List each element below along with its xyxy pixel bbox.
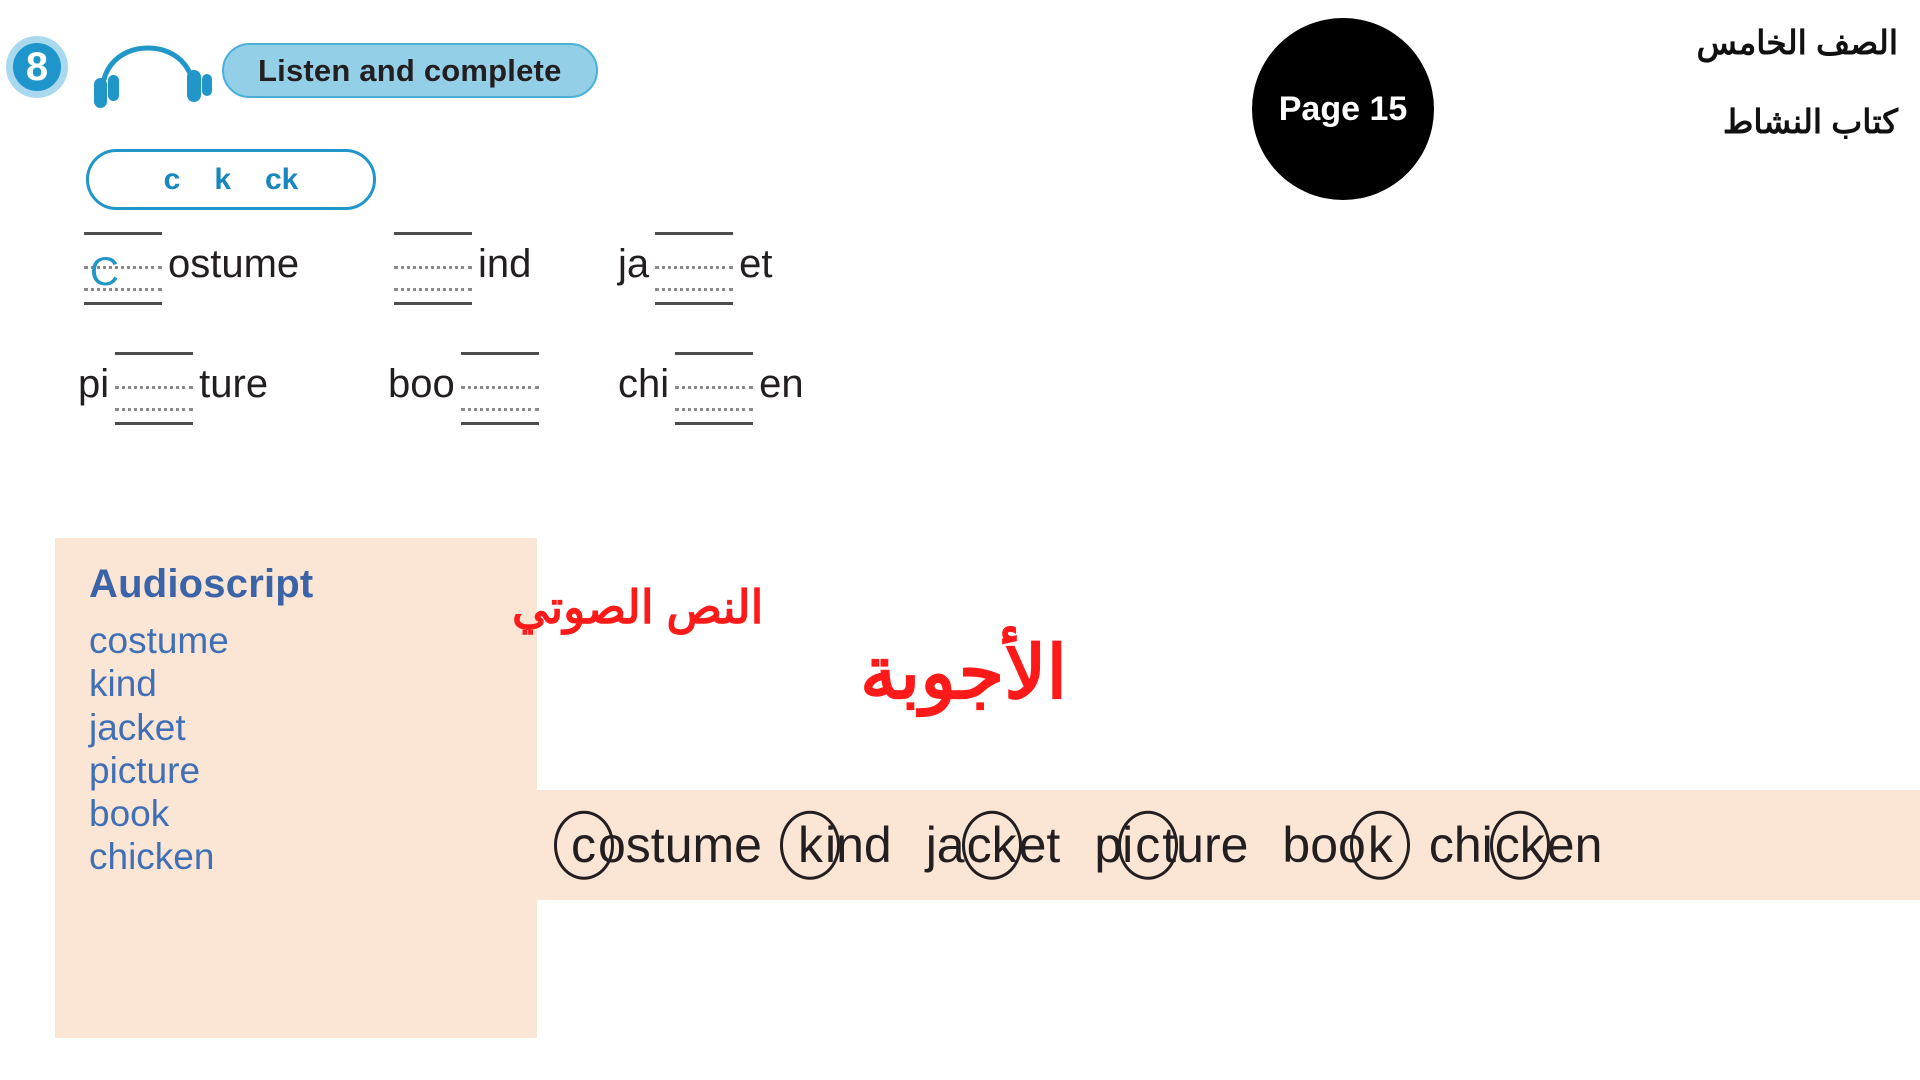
answer-suffix: ture: [1162, 817, 1249, 873]
word-exercise-item: pi ture: [78, 348, 269, 425]
arabic-booktype: كتاب النشاط: [1722, 103, 1898, 140]
worksheet-page: 8 Listen and complete Page 15 الصف الخام…: [0, 0, 1920, 1080]
headphone-icon: [86, 34, 216, 110]
answer-suffix: et: [1018, 817, 1061, 873]
answer-suffix: ostume: [598, 817, 762, 873]
blank-baseline-dotted: [115, 408, 194, 411]
blank-prefilled-letter: C: [90, 250, 119, 294]
answer-prefix: chi: [1428, 817, 1493, 873]
word-suffix: ture: [199, 362, 269, 406]
audioscript-word: book: [89, 793, 170, 835]
answer-word: chi ck en: [1429, 816, 1603, 874]
word-exercise-item: boo: [388, 348, 545, 425]
circled-answer-letters: k: [1367, 817, 1393, 873]
circled-answer-letters: ck: [1494, 817, 1545, 873]
audioscript-word: jacket: [89, 706, 186, 748]
answer-prefix: pi: [1094, 817, 1134, 873]
blank-top-line: [84, 232, 162, 235]
audioscript-word: kind: [89, 663, 157, 705]
word-suffix: et: [739, 242, 773, 286]
blank-baseline-dotted: [675, 408, 754, 411]
arabic-grade: الصف الخامس: [1696, 24, 1899, 61]
circled-answer-letters: ck: [966, 817, 1017, 873]
answer-word: c ostume: [569, 816, 762, 874]
blank-top-line: [655, 232, 734, 235]
blank-mid-dotted-line: [394, 266, 472, 269]
blank-baseline-dotted: [460, 408, 539, 411]
phonics-option-c: c: [163, 162, 181, 196]
instruction-pill: Listen and complete: [222, 43, 598, 98]
audioscript-title: Audioscript: [89, 562, 314, 606]
blank-baseline-dotted: [394, 288, 472, 291]
exercise-number-badge: 8: [6, 36, 68, 98]
audioscript-word: costume: [89, 620, 229, 661]
phonics-option-ck: ck: [265, 162, 299, 196]
exercise-number: 8: [25, 45, 49, 89]
arabic-label-audioscript: النص الصوتي: [512, 581, 764, 633]
circled-answer-letters: c: [1135, 817, 1161, 873]
word-prefix: boo: [388, 362, 455, 406]
blank-mid-dotted-line: [460, 386, 539, 389]
blank-top-line: [115, 352, 194, 355]
blank-top-line: [394, 232, 472, 235]
phonics-options-box: c k ck: [86, 149, 376, 210]
answer-word: boo k: [1282, 816, 1394, 874]
word-prefix: ja: [618, 242, 650, 286]
arabic-header: الصف الخامس كتاب النشاط: [1458, 24, 1899, 140]
phonics-option-k: k: [214, 162, 231, 196]
blank-top-line: [675, 352, 754, 355]
answer-strip: c ostume k ind ja ck et pi c ture boo k chi ck en: [537, 790, 1920, 900]
answer-word: pi c ture: [1094, 816, 1248, 874]
word-exercise-rows: Costume ind ja et pi ture boo chi en: [78, 228, 978, 468]
answer-suffix: ind: [824, 817, 892, 873]
word-suffix: ind: [478, 242, 532, 286]
blank-baseline-dotted: [655, 288, 734, 291]
word-prefix: pi: [78, 362, 110, 406]
word-suffix: ostume: [168, 242, 300, 286]
circled-answer-letters: c: [571, 817, 596, 873]
word-suffix: en: [759, 362, 804, 406]
blank-bottom-line: [394, 302, 472, 305]
word-row: pi ture boo chi en: [78, 348, 978, 468]
blank-mid-dotted-line: [655, 266, 734, 269]
audioscript-panel: Audioscript costume kind jacket picture book…: [55, 538, 537, 1038]
audioscript-word: chicken: [89, 836, 215, 878]
circled-answer-letters: k: [797, 817, 823, 873]
word-exercise-item: Costume: [78, 228, 300, 305]
answer-word: k ind: [796, 816, 892, 874]
fill-in-blank[interactable]: [675, 348, 754, 425]
audioscript-word-list: costume kind jacket picture book chicken: [89, 619, 537, 879]
word-row: Costume ind ja et: [78, 228, 978, 348]
page-marker: Page 15: [1252, 18, 1434, 200]
fill-in-blank[interactable]: C: [84, 228, 162, 305]
arabic-label-answers: الأجوبة: [860, 631, 1068, 714]
answer-prefix: ja: [925, 817, 965, 873]
answer-prefix: boo: [1282, 817, 1366, 873]
answer-suffix: en: [1546, 817, 1603, 873]
blank-bottom-line: [655, 302, 734, 305]
word-prefix: chi: [618, 362, 670, 406]
blank-bottom-line: [115, 422, 194, 425]
answer-word: ja ck et: [926, 816, 1061, 874]
fill-in-blank[interactable]: [460, 348, 539, 425]
fill-in-blank[interactable]: [394, 228, 472, 305]
audioscript-word: picture: [89, 749, 201, 791]
blank-bottom-line: [84, 302, 162, 305]
fill-in-blank[interactable]: [655, 228, 734, 305]
word-exercise-item: ja et: [618, 228, 773, 305]
blank-bottom-line: [675, 422, 754, 425]
blank-mid-dotted-line: [675, 386, 754, 389]
blank-bottom-line: [460, 422, 539, 425]
blank-mid-dotted-line: [115, 386, 194, 389]
blank-top-line: [460, 352, 539, 355]
page-marker-label: Page 15: [1278, 89, 1408, 128]
fill-in-blank[interactable]: [115, 348, 194, 425]
word-exercise-item: chi en: [618, 348, 804, 425]
instruction-text: Listen and complete: [258, 52, 562, 88]
word-exercise-item: ind: [388, 228, 532, 305]
